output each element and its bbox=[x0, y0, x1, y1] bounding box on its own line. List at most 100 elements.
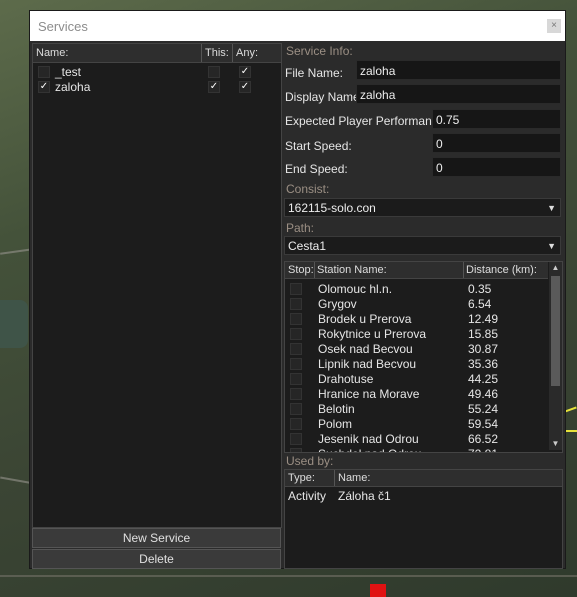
used-by-name: Záloha č1 bbox=[338, 489, 391, 503]
station-distance: 72.81 bbox=[468, 447, 498, 452]
display-name-field[interactable]: zaloha bbox=[356, 84, 561, 104]
stop-row[interactable]: Belotin 55.24 bbox=[285, 401, 547, 416]
stop-row[interactable]: Polom 59.54 bbox=[285, 416, 547, 431]
stop-checkbox[interactable] bbox=[290, 313, 302, 325]
file-name-label: File Name: bbox=[285, 66, 344, 80]
end-speed-label: End Speed: bbox=[285, 162, 348, 176]
service-row[interactable]: _test ✓ bbox=[33, 64, 281, 79]
station-name: Drahotuse bbox=[318, 372, 374, 386]
station-name: Olomouc hl.n. bbox=[318, 282, 393, 296]
stop-checkbox[interactable] bbox=[290, 298, 302, 310]
scroll-down-icon[interactable]: ▼ bbox=[549, 438, 562, 450]
stop-checkbox[interactable] bbox=[290, 328, 302, 340]
column-header-any[interactable]: Any: bbox=[236, 47, 258, 59]
station-name: Belotin bbox=[318, 402, 355, 416]
consist-value: 162115-solo.con bbox=[288, 201, 376, 215]
station-distance: 59.54 bbox=[468, 417, 499, 431]
column-header-this[interactable]: This: bbox=[205, 47, 229, 59]
stop-checkbox[interactable] bbox=[290, 448, 302, 452]
station-distance: 66.52 bbox=[468, 432, 499, 446]
chevron-down-icon[interactable]: ▼ bbox=[547, 237, 556, 255]
service-name: zaloha bbox=[55, 80, 91, 94]
column-header-distance[interactable]: Distance (km): bbox=[466, 264, 537, 276]
stop-checkbox[interactable] bbox=[290, 388, 302, 400]
stops-scrollbar[interactable]: ▲ ▼ bbox=[549, 262, 562, 450]
station-distance: 44.25 bbox=[468, 372, 499, 386]
stop-row[interactable]: Grygov 6.54 bbox=[285, 296, 547, 311]
new-service-button[interactable]: New Service bbox=[32, 528, 281, 548]
station-name: Polom bbox=[318, 417, 353, 431]
stop-checkbox[interactable] bbox=[290, 418, 302, 430]
stop-row[interactable]: Hranice na Morave 49.46 bbox=[285, 386, 547, 401]
service-checkbox[interactable]: ✓ bbox=[38, 81, 50, 93]
station-name: Osek nad Becvou bbox=[318, 342, 413, 356]
chevron-down-icon[interactable]: ▼ bbox=[547, 199, 556, 217]
station-distance: 0.35 bbox=[468, 282, 492, 296]
end-speed-field[interactable]: 0 bbox=[432, 157, 561, 177]
path-dropdown[interactable]: Cesta1 ▼ bbox=[284, 236, 561, 255]
this-checkbox[interactable]: ✓ bbox=[208, 81, 220, 93]
column-header-stop[interactable]: Stop: bbox=[288, 264, 314, 276]
title-bar: Services × bbox=[30, 11, 565, 41]
station-distance: 35.36 bbox=[468, 357, 499, 371]
delete-button[interactable]: Delete bbox=[32, 549, 281, 569]
column-header-name[interactable]: Name: bbox=[36, 47, 68, 59]
display-name-label: Display Name: bbox=[285, 90, 364, 104]
performance-label: Expected Player Performance: bbox=[285, 114, 448, 128]
consist-dropdown[interactable]: 162115-solo.con ▼ bbox=[284, 198, 561, 217]
path-value: Cesta1 bbox=[288, 239, 327, 253]
station-distance: 55.24 bbox=[468, 402, 499, 416]
this-checkbox[interactable] bbox=[208, 66, 220, 78]
close-icon[interactable]: × bbox=[547, 19, 561, 33]
stop-checkbox[interactable] bbox=[290, 343, 302, 355]
stop-row[interactable]: Suchdol nad Odrou 72.81 bbox=[285, 446, 547, 452]
used-by-row[interactable]: Activity Záloha č1 bbox=[285, 489, 562, 504]
service-name: _test bbox=[55, 65, 82, 79]
stop-row[interactable]: Jesenik nad Odrou 66.52 bbox=[285, 431, 547, 446]
station-name: Rokytnice u Prerova bbox=[318, 327, 427, 341]
stop-row[interactable]: Osek nad Becvou 30.87 bbox=[285, 341, 547, 356]
station-name: Brodek u Prerova bbox=[318, 312, 412, 326]
window-title: Services bbox=[38, 19, 88, 34]
stop-row[interactable]: Lipnik nad Becvou 35.36 bbox=[285, 356, 547, 371]
station-distance: 6.54 bbox=[468, 297, 492, 311]
performance-field[interactable]: 0.75 bbox=[432, 109, 561, 129]
service-checkbox[interactable] bbox=[38, 66, 50, 78]
column-header-station[interactable]: Station Name: bbox=[317, 264, 387, 276]
any-checkbox[interactable]: ✓ bbox=[239, 81, 251, 93]
scroll-up-icon[interactable]: ▲ bbox=[549, 262, 562, 274]
stop-checkbox[interactable] bbox=[290, 283, 302, 295]
column-header-name[interactable]: Name: bbox=[338, 472, 370, 484]
station-distance: 12.49 bbox=[468, 312, 499, 326]
used-by-heading: Used by: bbox=[286, 454, 334, 468]
station-name: Lipnik nad Becvou bbox=[318, 357, 417, 371]
station-name: Grygov bbox=[318, 297, 357, 311]
station-distance: 30.87 bbox=[468, 342, 499, 356]
station-distance: 49.46 bbox=[468, 387, 499, 401]
station-distance: 15.85 bbox=[468, 327, 499, 341]
path-heading: Path: bbox=[286, 221, 315, 235]
stop-row[interactable]: Olomouc hl.n. 0.35 bbox=[285, 281, 547, 296]
consist-heading: Consist: bbox=[286, 182, 330, 196]
stops-table: Stop: Station Name: Distance (km): Olomo… bbox=[284, 261, 563, 453]
stop-row[interactable]: Rokytnice u Prerova 15.85 bbox=[285, 326, 547, 341]
stop-row[interactable]: Drahotuse 44.25 bbox=[285, 371, 547, 386]
start-speed-label: Start Speed: bbox=[285, 139, 352, 153]
used-by-header: Type: Name: bbox=[285, 470, 562, 487]
service-info-heading: Service Info: bbox=[286, 44, 353, 58]
stop-row[interactable]: Brodek u Prerova 12.49 bbox=[285, 311, 547, 326]
column-header-type[interactable]: Type: bbox=[288, 472, 315, 484]
stop-checkbox[interactable] bbox=[290, 358, 302, 370]
services-list: Name: This: Any: _test ✓ ✓ zaloha ✓ ✓ bbox=[32, 43, 282, 528]
stop-checkbox[interactable] bbox=[290, 433, 302, 445]
stop-checkbox[interactable] bbox=[290, 373, 302, 385]
any-checkbox[interactable]: ✓ bbox=[239, 66, 251, 78]
used-by-type: Activity bbox=[288, 489, 327, 503]
scrollbar-thumb[interactable] bbox=[551, 276, 560, 386]
start-speed-field[interactable]: 0 bbox=[432, 133, 561, 153]
file-name-field[interactable]: zaloha bbox=[356, 60, 561, 80]
station-name: Jesenik nad Odrou bbox=[318, 432, 419, 446]
service-row[interactable]: ✓ zaloha ✓ ✓ bbox=[33, 79, 281, 94]
station-name: Hranice na Morave bbox=[318, 387, 420, 401]
stop-checkbox[interactable] bbox=[290, 403, 302, 415]
